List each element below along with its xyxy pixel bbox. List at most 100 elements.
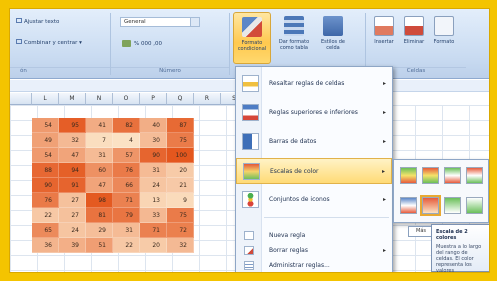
- cell[interactable]: 4: [113, 133, 140, 148]
- color-scale-swatch[interactable]: [466, 167, 483, 184]
- cell[interactable]: 30: [140, 133, 167, 148]
- cell[interactable]: 24: [140, 178, 167, 193]
- cell[interactable]: 94: [59, 163, 86, 178]
- color-scale-swatch[interactable]: [400, 167, 417, 184]
- color-scale-swatch[interactable]: [466, 197, 483, 214]
- cell[interactable]: 33: [140, 208, 167, 223]
- cell[interactable]: 32: [167, 238, 194, 253]
- column-header-l[interactable]: L: [32, 93, 59, 105]
- cell[interactable]: 22: [113, 238, 140, 253]
- cell[interactable]: 9: [167, 193, 194, 208]
- cell[interactable]: 71: [113, 193, 140, 208]
- conditional-format-menu: Resaltar reglas de celdas ▸ Reglas super…: [235, 66, 393, 272]
- menu-item-data-bars[interactable]: Barras de datos ▸: [236, 129, 392, 155]
- cell[interactable]: 87: [167, 118, 194, 133]
- cell[interactable]: 31: [140, 163, 167, 178]
- cell[interactable]: 95: [59, 118, 86, 133]
- cell[interactable]: 29: [86, 223, 113, 238]
- cell[interactable]: 51: [86, 238, 113, 253]
- menu-item-top-bottom-rules[interactable]: Reglas superiores e inferiores ▸: [236, 100, 392, 126]
- color-scale-swatch[interactable]: [444, 197, 461, 214]
- cell[interactable]: 76: [32, 193, 59, 208]
- cell[interactable]: 7: [86, 133, 113, 148]
- submenu-arrow-icon: ▸: [382, 247, 386, 254]
- cell[interactable]: 81: [86, 208, 113, 223]
- cell[interactable]: 75: [167, 133, 194, 148]
- menu-item-highlight-rules[interactable]: Resaltar reglas de celdas ▸: [236, 71, 392, 97]
- cell[interactable]: 75: [167, 208, 194, 223]
- column-header-n[interactable]: N: [86, 93, 113, 105]
- cell[interactable]: 24: [59, 223, 86, 238]
- cell[interactable]: 39: [59, 238, 86, 253]
- cell[interactable]: 27: [59, 193, 86, 208]
- insert-label: Insertar: [374, 39, 394, 45]
- cell[interactable]: 47: [86, 178, 113, 193]
- cell[interactable]: 47: [59, 148, 86, 163]
- column-header-r[interactable]: R: [194, 93, 221, 105]
- wrap-text-button[interactable]: Ajustar texto: [16, 18, 59, 25]
- color-scale-swatch[interactable]: [400, 197, 417, 214]
- select-all-corner[interactable]: [10, 93, 32, 105]
- cell[interactable]: 91: [59, 178, 86, 193]
- cell[interactable]: 66: [113, 178, 140, 193]
- cell[interactable]: 40: [140, 118, 167, 133]
- color-scale-swatch[interactable]: [444, 167, 461, 184]
- cell[interactable]: 27: [59, 208, 86, 223]
- cell[interactable]: 60: [86, 163, 113, 178]
- cell[interactable]: 13: [140, 193, 167, 208]
- menu-item-color-scales[interactable]: Escalas de color ▸: [236, 158, 392, 184]
- number-format-dropdown[interactable]: General: [120, 17, 200, 27]
- cell[interactable]: 90: [32, 178, 59, 193]
- cell[interactable]: 49: [32, 133, 59, 148]
- color-scale-swatch[interactable]: [422, 167, 439, 184]
- cell[interactable]: 36: [32, 238, 59, 253]
- cell[interactable]: 22: [32, 208, 59, 223]
- conditional-format-button[interactable]: Formato condicional: [233, 12, 271, 64]
- format-as-table-label-2: como tabla: [280, 45, 308, 51]
- cell[interactable]: 31: [86, 148, 113, 163]
- cell-styles-button[interactable]: Estilos de celda: [315, 12, 351, 64]
- cell[interactable]: 41: [86, 118, 113, 133]
- menu-item-label: Reglas superiores e inferiores: [269, 109, 358, 116]
- cell[interactable]: 79: [113, 208, 140, 223]
- cell[interactable]: 54: [32, 118, 59, 133]
- cell[interactable]: 65: [32, 223, 59, 238]
- number-format-buttons[interactable]: % 000 ,00: [122, 40, 162, 47]
- ribbon-separator: [229, 13, 230, 75]
- cell[interactable]: 20: [140, 238, 167, 253]
- table-icon: [284, 16, 304, 36]
- cell[interactable]: 71: [140, 223, 167, 238]
- cell[interactable]: 88: [32, 163, 59, 178]
- cell[interactable]: 57: [113, 148, 140, 163]
- column-header-p[interactable]: P: [140, 93, 167, 105]
- cell[interactable]: 54: [32, 148, 59, 163]
- color-scale-swatch-selected[interactable]: [420, 195, 441, 216]
- cell[interactable]: 20: [167, 163, 194, 178]
- currency-icon: [122, 40, 131, 47]
- menu-item-clear-rules[interactable]: Borrar reglas ▸: [236, 244, 392, 257]
- chevron-down-icon: [190, 18, 199, 26]
- insert-button[interactable]: Insertar: [370, 12, 398, 64]
- menu-item-label: Conjuntos de iconos: [269, 196, 330, 203]
- cell[interactable]: 21: [167, 178, 194, 193]
- cell[interactable]: 98: [86, 193, 113, 208]
- format-button[interactable]: Formato: [430, 12, 458, 64]
- menu-item-icon-sets[interactable]: Conjuntos de iconos ▸: [236, 187, 392, 213]
- cell[interactable]: 32: [59, 133, 86, 148]
- column-header-o[interactable]: O: [113, 93, 140, 105]
- cell[interactable]: 76: [113, 163, 140, 178]
- menu-item-label: Administrar reglas...: [269, 262, 330, 269]
- cell[interactable]: 31: [113, 223, 140, 238]
- menu-divider: [264, 217, 389, 218]
- column-header-m[interactable]: M: [59, 93, 86, 105]
- cell[interactable]: 82: [113, 118, 140, 133]
- menu-item-new-rule[interactable]: Nueva regla: [236, 229, 392, 242]
- column-header-q[interactable]: Q: [167, 93, 194, 105]
- delete-button[interactable]: Eliminar: [400, 12, 428, 64]
- cell[interactable]: 72: [167, 223, 194, 238]
- cell[interactable]: 100: [167, 148, 194, 163]
- merge-center-button[interactable]: Combinar y centrar ▾: [16, 39, 82, 46]
- format-as-table-button[interactable]: Dar formato como tabla: [276, 12, 312, 64]
- menu-item-manage-rules[interactable]: Administrar reglas...: [236, 259, 392, 272]
- cell[interactable]: 90: [140, 148, 167, 163]
